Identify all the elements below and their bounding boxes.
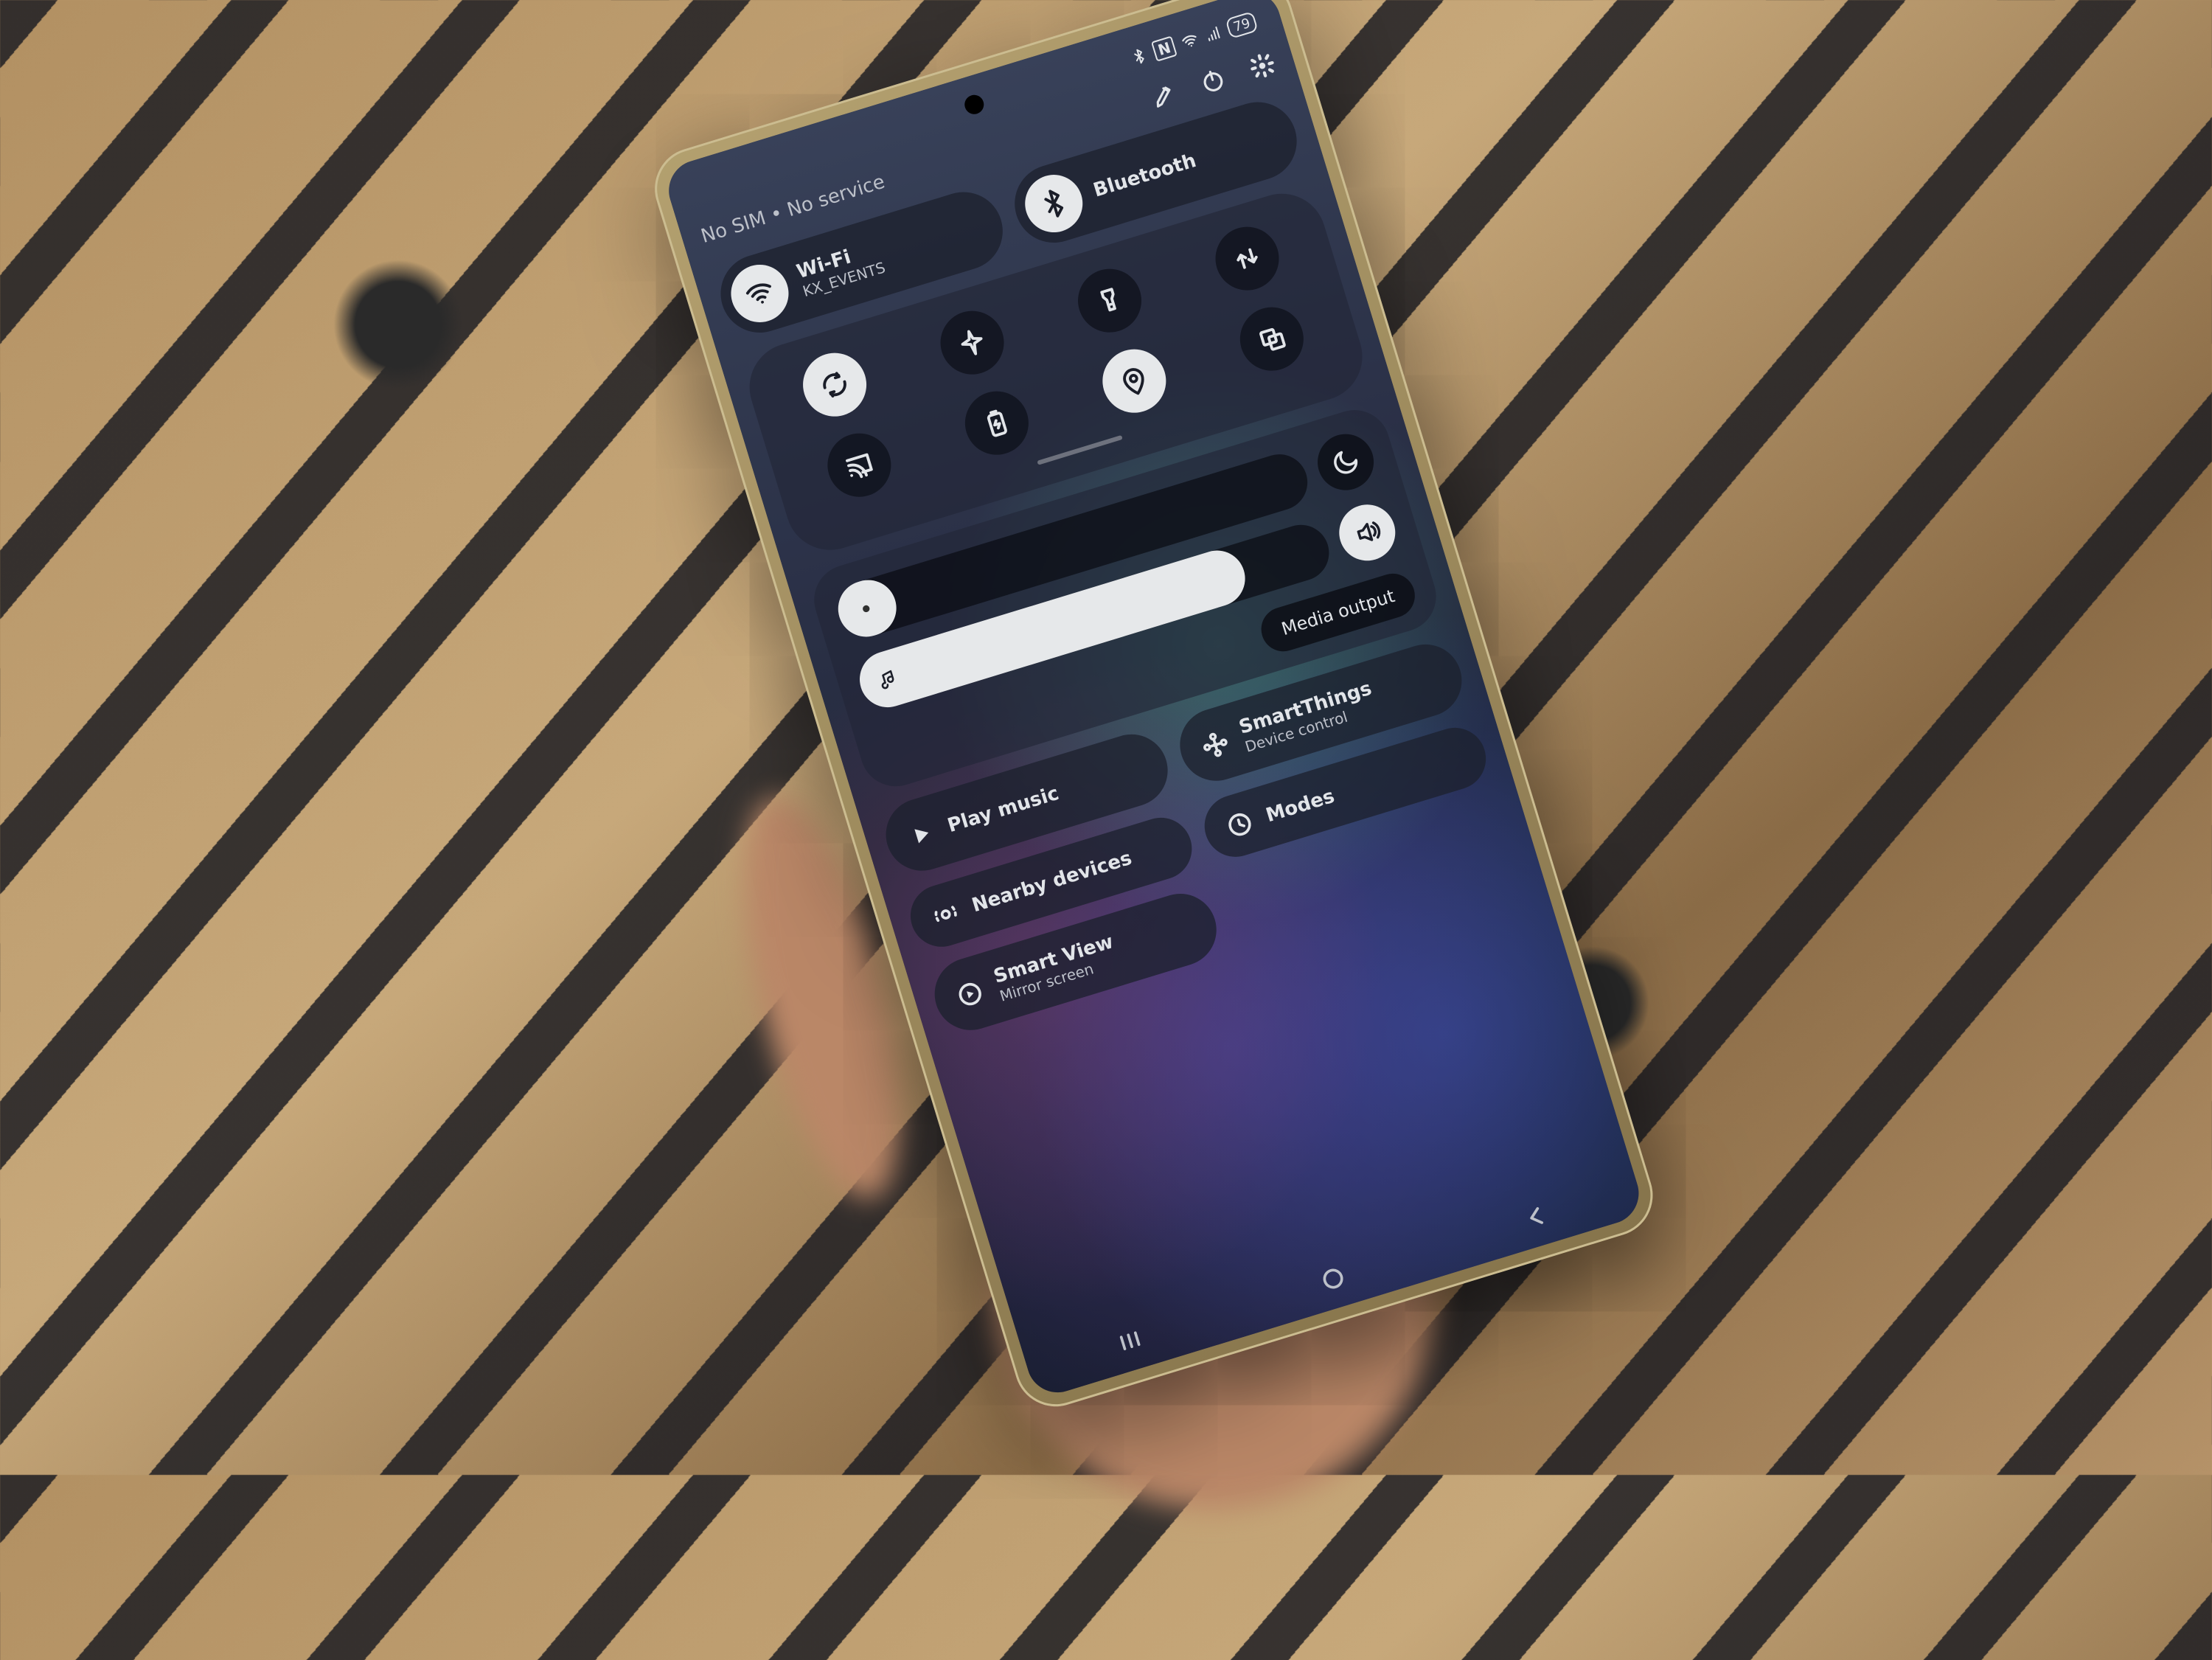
power-saving-toggle[interactable]: [957, 383, 1036, 462]
wifi-status-icon: [1179, 29, 1201, 52]
do-not-disturb-toggle[interactable]: [1311, 427, 1381, 497]
bluetooth-icon: [1018, 167, 1090, 239]
smart-view-icon: [952, 976, 989, 1013]
modes-label: Modes: [1263, 785, 1337, 827]
home-button[interactable]: [1315, 1260, 1352, 1297]
airplane-mode-toggle[interactable]: [932, 303, 1011, 382]
back-button[interactable]: [1518, 1198, 1555, 1235]
power-icon[interactable]: [1197, 65, 1228, 96]
smartthings-icon: [1197, 726, 1234, 763]
bluetooth-status-icon: [1130, 46, 1150, 66]
auto-rotate-toggle[interactable]: [795, 345, 874, 424]
nearby-icon: [928, 896, 964, 933]
battery-indicator: 79: [1225, 11, 1258, 39]
modes-icon: [1221, 806, 1258, 843]
wifi-icon: [724, 257, 796, 329]
location-toggle[interactable]: [1094, 341, 1173, 420]
edit-icon[interactable]: [1148, 80, 1179, 111]
recents-button[interactable]: [1112, 1322, 1149, 1359]
settings-icon[interactable]: [1247, 50, 1278, 81]
multi-window-toggle[interactable]: [1232, 299, 1311, 378]
play-music-label: Play music: [945, 782, 1062, 837]
bluetooth-label: Bluetooth: [1091, 150, 1198, 202]
signal-status-icon: [1203, 24, 1223, 44]
cast-toggle[interactable]: [819, 426, 898, 504]
flashlight-toggle[interactable]: [1070, 261, 1149, 340]
play-icon: [903, 816, 940, 853]
mobile-data-toggle[interactable]: [1207, 219, 1286, 298]
nearby-label: Nearby devices: [970, 847, 1135, 917]
nfc-status-icon: N: [1151, 35, 1178, 61]
sound-mode-toggle[interactable]: [1332, 498, 1402, 568]
